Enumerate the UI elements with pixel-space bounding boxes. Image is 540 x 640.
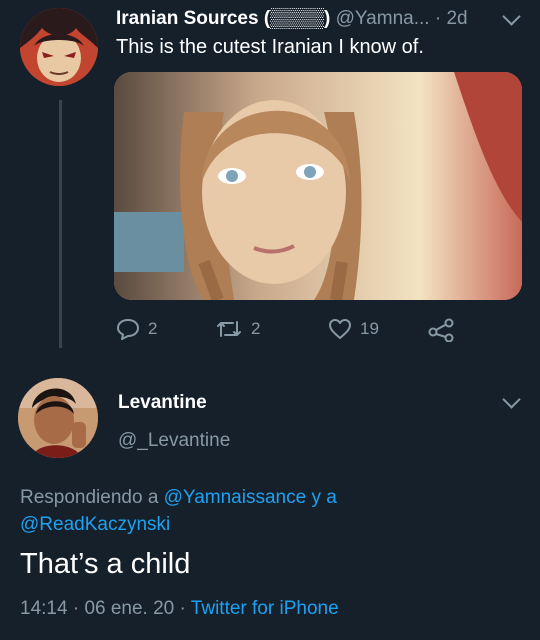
- thread-line: [59, 100, 62, 348]
- tweet2-time: 14:14: [20, 598, 68, 619]
- profile-photo-icon: [18, 378, 98, 458]
- avatar-levantine[interactable]: [18, 378, 98, 458]
- tweet2-more-chevron-icon[interactable]: [502, 390, 521, 409]
- tweet2-text: That’s a child: [20, 548, 191, 580]
- cartoon-avatar-icon: [20, 8, 98, 86]
- reply-action[interactable]: 2: [116, 318, 157, 340]
- tweet2-client-link[interactable]: Twitter for iPhone: [191, 598, 339, 619]
- avatar-iranian-sources[interactable]: [20, 8, 98, 86]
- retweet-icon: [217, 321, 241, 337]
- reply-mention-2[interactable]: @ReadKaczynski: [20, 514, 170, 535]
- tweet1-time-sep: ·: [429, 8, 447, 29]
- retweet-count: 2: [251, 319, 261, 338]
- tweet1-time[interactable]: 2d: [446, 8, 467, 29]
- reply-mention-1[interactable]: @Yamnaissance: [164, 487, 307, 508]
- tweet2-sep-2: ·: [174, 598, 191, 619]
- share-icon: [428, 318, 454, 342]
- tweet2-handle[interactable]: @_Levantine: [118, 430, 230, 452]
- reply-joiner: y a: [306, 487, 337, 508]
- reply-count: 2: [148, 319, 158, 338]
- tweet2-sep-1: ·: [67, 598, 85, 619]
- tweet1-actions: 2 2 19: [0, 318, 540, 346]
- retweet-action[interactable]: 2: [215, 318, 260, 340]
- tweet1-header: Iranian Sources (▒▒▒▒) @Yamna... · 2d: [116, 8, 468, 30]
- tweet1-photo[interactable]: [114, 72, 522, 300]
- tweet1-more-chevron-icon[interactable]: [502, 7, 521, 26]
- tweet1-display-name[interactable]: Iranian Sources (▒▒▒▒): [116, 8, 330, 29]
- like-action[interactable]: 19: [328, 318, 379, 340]
- replying-to: Respondiendo a @Yamnaissance y a @ReadKa…: [20, 484, 420, 538]
- tweet1-text: This is the cutest Iranian I know of.: [116, 36, 424, 58]
- share-action[interactable]: [428, 318, 464, 342]
- like-count: 19: [360, 319, 379, 338]
- replying-prefix: Respondiendo a: [20, 487, 164, 508]
- reply-icon: [117, 319, 139, 340]
- tweet1-handle[interactable]: @Yamna...: [336, 8, 430, 29]
- tweet2-display-name[interactable]: Levantine: [118, 392, 207, 414]
- photo-image: [114, 72, 522, 300]
- tweet2-timestamp: 14:14 · 06 ene. 20 · Twitter for iPhone: [20, 598, 339, 620]
- heart-icon: [329, 319, 351, 339]
- tweet2-date: 06 ene. 20: [84, 598, 175, 619]
